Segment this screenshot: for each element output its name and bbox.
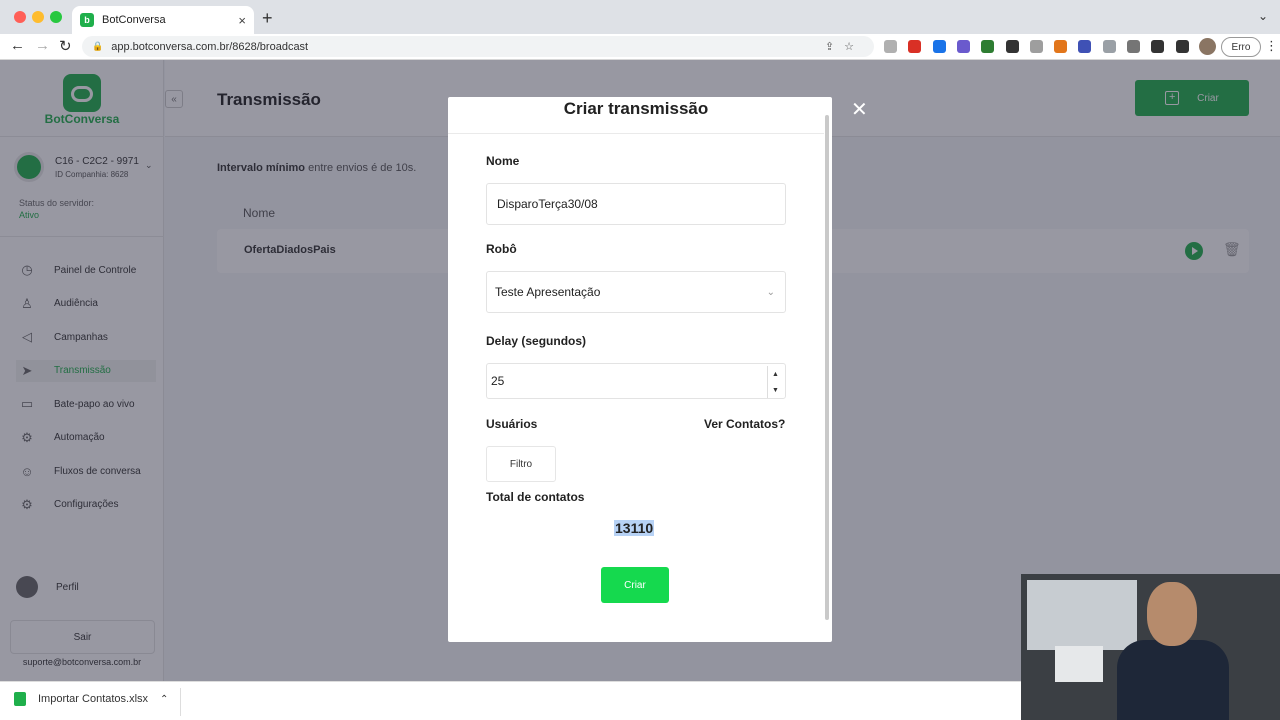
back-arrow-icon[interactable]: ← bbox=[10, 37, 25, 54]
webcam-presenter-body bbox=[1117, 640, 1229, 720]
chevron-up-icon[interactable]: ⌃ bbox=[160, 694, 168, 705]
total-contacts-label: Total de contatos bbox=[486, 490, 585, 504]
modal-scrollbar[interactable] bbox=[825, 115, 829, 620]
download-item[interactable]: Importar Contatos.xlsx ⌃ bbox=[14, 692, 168, 706]
extension-icon[interactable] bbox=[1127, 40, 1140, 53]
webcam-overlay bbox=[1021, 574, 1280, 720]
name-input-value: DisparoTerça30/08 bbox=[497, 197, 598, 211]
delay-label: Delay (segundos) bbox=[486, 334, 587, 348]
name-label: Nome bbox=[486, 154, 520, 168]
close-window-icon[interactable] bbox=[14, 11, 26, 23]
close-tab-icon[interactable]: × bbox=[238, 13, 246, 28]
spreadsheet-file-icon bbox=[14, 692, 26, 706]
view-contacts-link[interactable]: Ver Contatos? bbox=[704, 417, 785, 431]
webcam-monitor bbox=[1055, 646, 1103, 682]
reload-icon[interactable]: ↻ bbox=[59, 37, 72, 55]
extension-icon[interactable] bbox=[908, 40, 922, 53]
robot-select-value: Teste Apresentação bbox=[495, 285, 601, 299]
error-button[interactable]: Erro bbox=[1221, 37, 1261, 57]
browser-tab[interactable]: b BotConversa × bbox=[72, 6, 254, 34]
stepper-up-icon[interactable]: ▲ bbox=[772, 371, 779, 378]
modal-title: Criar transmissão bbox=[563, 99, 709, 118]
profile-avatar[interactable] bbox=[1199, 38, 1216, 55]
modal-create-button[interactable]: Criar bbox=[601, 567, 669, 603]
extension-icon[interactable] bbox=[1151, 40, 1165, 53]
address-bar[interactable]: 🔒 app.botconversa.com.br/8628/broadcast … bbox=[82, 36, 874, 57]
close-icon[interactable]: ✕ bbox=[851, 97, 868, 122]
extension-icon[interactable] bbox=[1102, 40, 1116, 53]
extension-icon[interactable] bbox=[1029, 40, 1043, 53]
forward-arrow-icon[interactable]: → bbox=[35, 37, 50, 54]
share-and-bookmark-icons[interactable]: ⇪☆ bbox=[825, 40, 864, 53]
webcam-window-background bbox=[1027, 580, 1137, 650]
extension-icon[interactable] bbox=[1078, 40, 1092, 53]
chevron-down-icon: ⌄ bbox=[766, 286, 775, 298]
delay-input[interactable]: 25 ▲ ▼ bbox=[486, 363, 786, 399]
divider bbox=[448, 133, 824, 134]
extension-icon[interactable] bbox=[932, 40, 946, 53]
browser-tab-bar: b BotConversa × + ⌄ bbox=[0, 0, 1280, 34]
botconversa-favicon-icon: b bbox=[80, 13, 94, 27]
extension-icon[interactable] bbox=[956, 40, 970, 53]
tab-title: BotConversa bbox=[102, 14, 166, 26]
robot-label: Robô bbox=[486, 242, 517, 256]
browser-menu-icon[interactable]: ⋮ bbox=[1265, 38, 1278, 54]
stepper-down-icon[interactable]: ▼ bbox=[772, 387, 779, 394]
users-label: Usuários bbox=[486, 417, 538, 431]
new-tab-button[interactable]: + bbox=[262, 8, 273, 29]
minimize-window-icon[interactable] bbox=[32, 11, 44, 23]
lock-icon: 🔒 bbox=[92, 41, 104, 51]
download-file-name: Importar Contatos.xlsx bbox=[38, 693, 149, 705]
delay-input-value: 25 bbox=[491, 374, 505, 388]
total-contacts-value: 13110 bbox=[614, 520, 655, 536]
extension-icon[interactable] bbox=[981, 40, 995, 53]
browser-toolbar: ← → ↻ 🔒 app.botconversa.com.br/8628/broa… bbox=[0, 34, 1280, 60]
extension-icon[interactable] bbox=[1054, 40, 1068, 53]
zoom-window-icon[interactable] bbox=[50, 11, 62, 23]
extension-icon[interactable] bbox=[1005, 40, 1019, 53]
url-text: app.botconversa.com.br/8628/broadcast bbox=[111, 40, 309, 53]
webcam-presenter-head bbox=[1147, 582, 1197, 646]
tab-search-chevron-icon[interactable]: ⌄ bbox=[1258, 9, 1268, 23]
divider bbox=[180, 688, 181, 716]
filter-button[interactable]: Filtro bbox=[486, 446, 556, 482]
delay-stepper[interactable]: ▲ ▼ bbox=[767, 366, 783, 398]
extension-icon[interactable] bbox=[884, 40, 897, 53]
robot-select[interactable]: Teste Apresentação ⌄ bbox=[486, 271, 786, 313]
name-input[interactable]: DisparoTerça30/08 bbox=[486, 183, 786, 225]
extension-icon[interactable] bbox=[1175, 40, 1189, 53]
create-broadcast-modal: Criar transmissão Nome DisparoTerça30/08… bbox=[448, 97, 832, 642]
